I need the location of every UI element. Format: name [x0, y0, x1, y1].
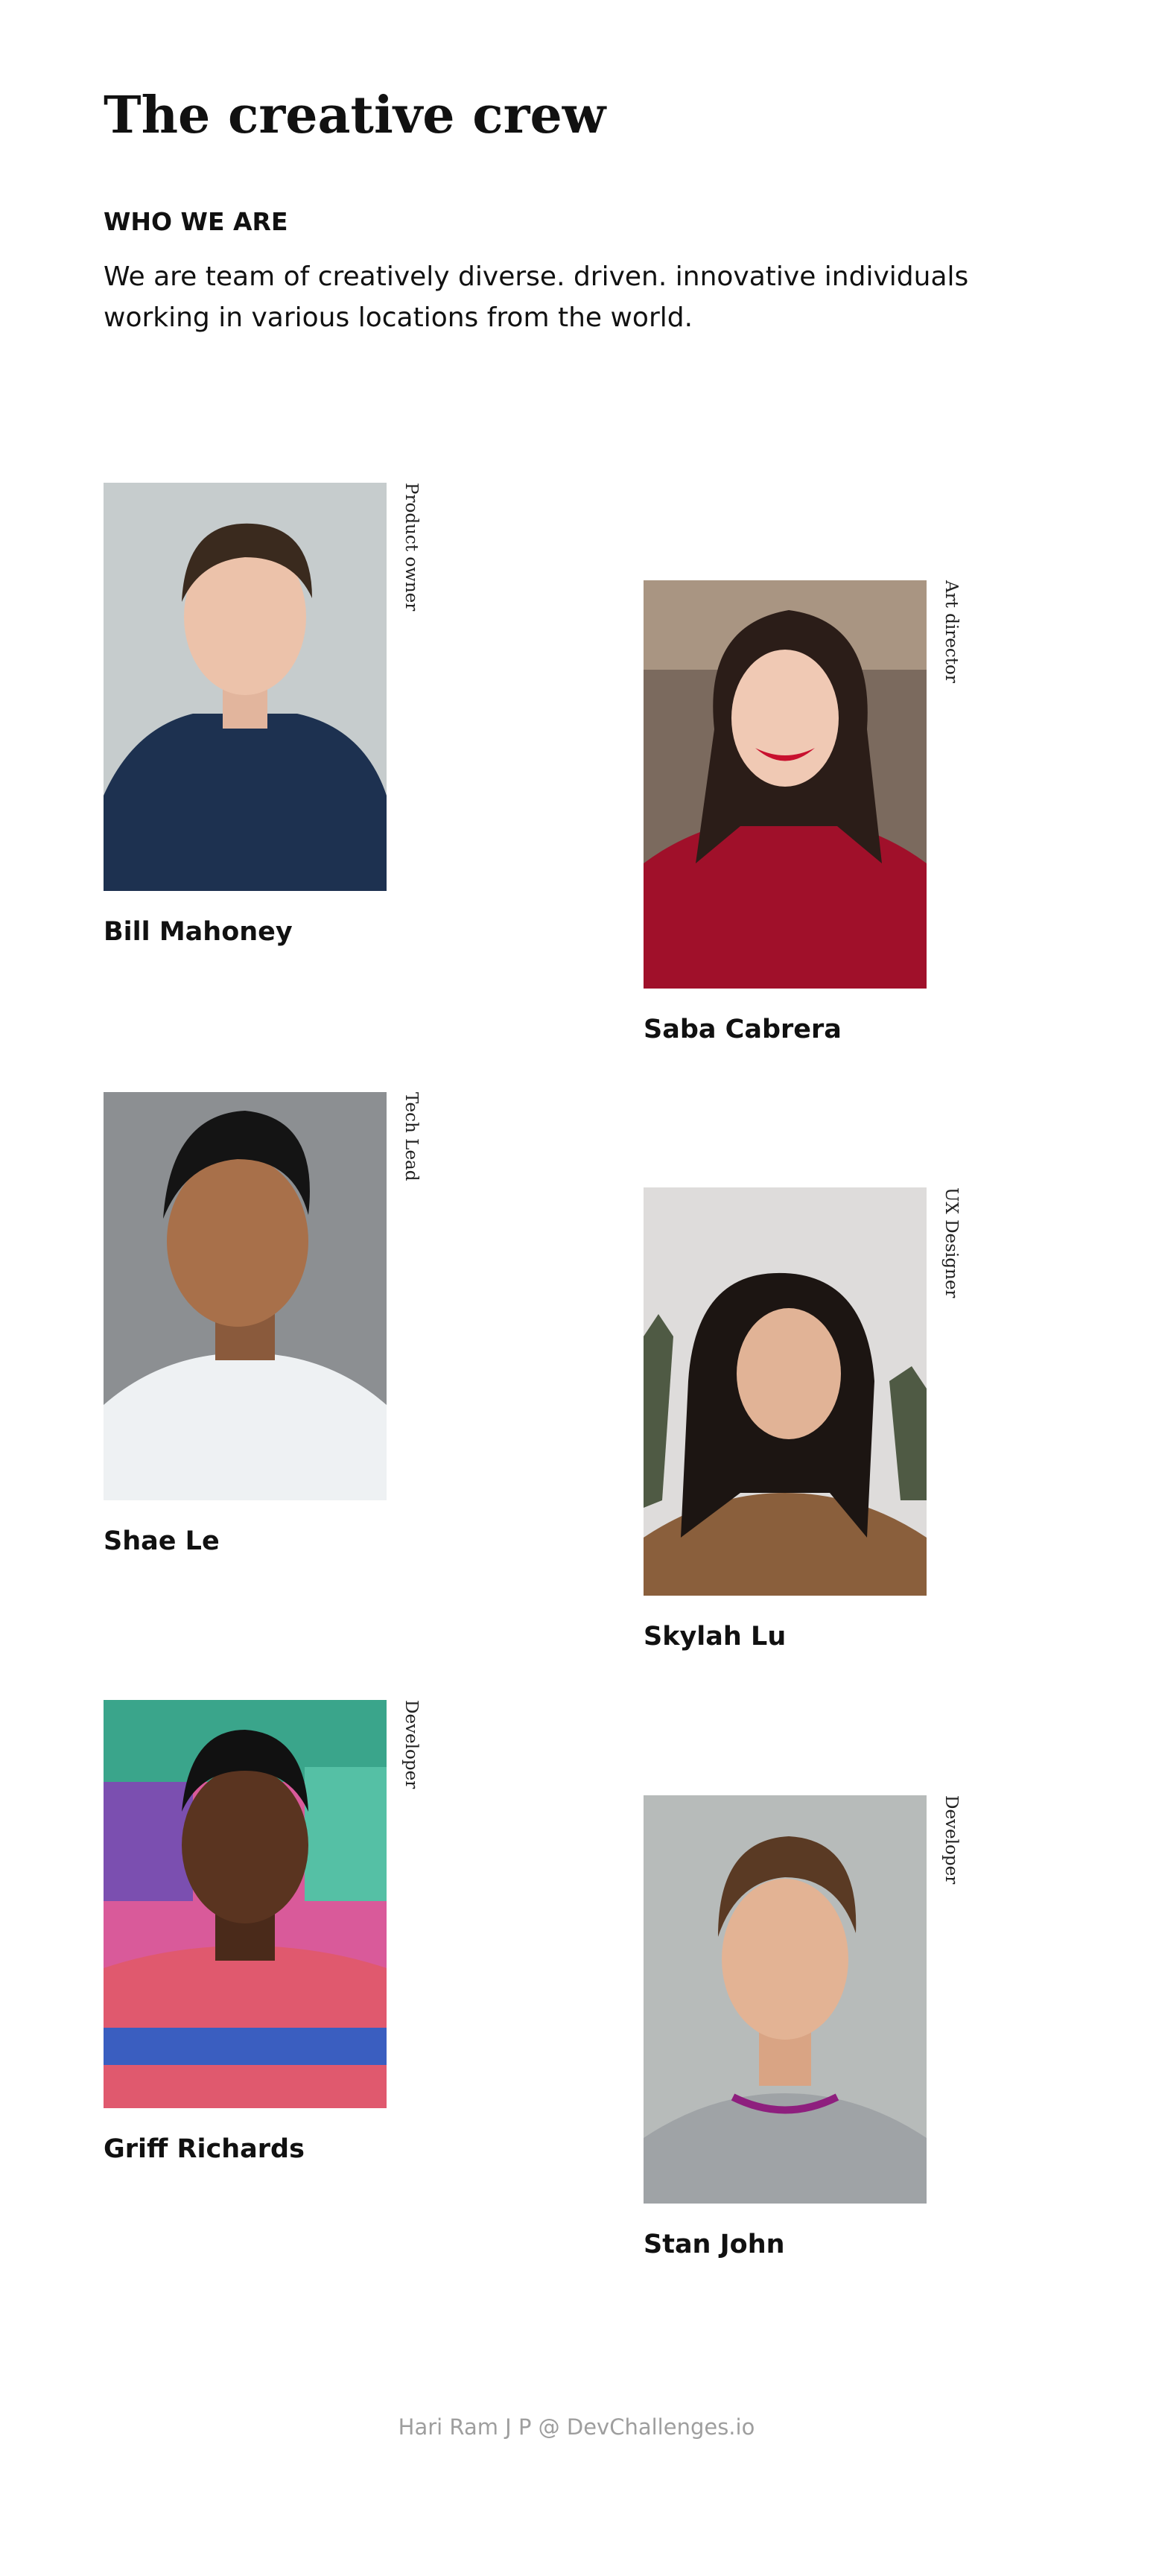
member-role: Tech Lead — [401, 1092, 421, 1181]
member-photo — [644, 1187, 927, 1596]
portrait-image — [644, 580, 927, 989]
member-name: Bill Mahoney — [104, 917, 293, 947]
portrait-image — [644, 1187, 927, 1596]
portrait-image — [104, 483, 387, 891]
member-photo — [104, 1700, 387, 2108]
member-role: UX Designer — [941, 1187, 961, 1298]
page-title: The creative crew — [104, 86, 606, 145]
member-photo — [644, 580, 927, 989]
member-name: Shae Le — [104, 1526, 220, 1556]
portrait-image — [644, 1795, 927, 2204]
member-name: Skylah Lu — [644, 1622, 787, 1652]
section-heading: WHO WE ARE — [104, 207, 288, 236]
portrait-image — [104, 1092, 387, 1500]
member-role: Developer — [941, 1795, 961, 1885]
member-role: Product owner — [401, 483, 421, 612]
member-photo — [104, 483, 387, 891]
intro-text: We are team of creatively diverse. drive… — [104, 261, 969, 333]
member-name: Stan John — [644, 2230, 785, 2259]
member-name: Saba Cabrera — [644, 1015, 842, 1044]
member-role: Developer — [401, 1700, 421, 1789]
member-role: Art director — [941, 580, 961, 683]
portrait-image — [104, 1700, 387, 2108]
member-photo — [104, 1092, 387, 1500]
footer-credit: Hari Ram J P @ DevChallenges.io — [398, 2414, 755, 2440]
member-name: Griff Richards — [104, 2134, 305, 2164]
member-photo — [644, 1795, 927, 2204]
